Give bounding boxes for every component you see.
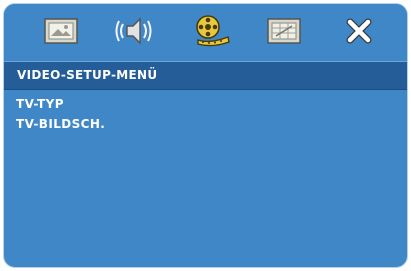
general-setup-icon[interactable] bbox=[40, 13, 82, 49]
menu-item-tv-screen[interactable]: TV-BILDSCH. bbox=[16, 117, 105, 131]
preference-setup-icon[interactable] bbox=[263, 13, 305, 49]
exit-icon[interactable] bbox=[338, 13, 380, 49]
audio-setup-icon[interactable] bbox=[114, 13, 156, 49]
setup-toolbar bbox=[4, 4, 407, 58]
menu-title-bar: VIDEO-SETUP-MENÜ bbox=[4, 61, 407, 90]
setup-menu-window: VIDEO-SETUP-MENÜ TV-TYP TV-BILDSCH. bbox=[3, 3, 408, 268]
menu-title: VIDEO-SETUP-MENÜ bbox=[17, 68, 158, 82]
video-setup-icon[interactable] bbox=[190, 13, 232, 49]
menu-item-tv-type[interactable]: TV-TYP bbox=[16, 97, 64, 111]
